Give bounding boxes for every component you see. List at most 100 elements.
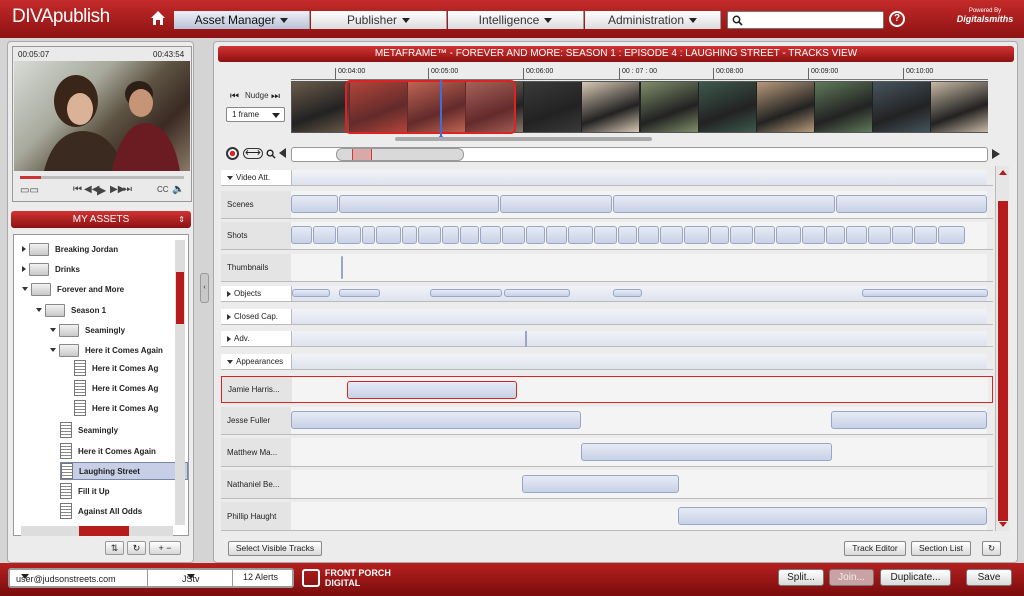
track-segment[interactable] [522, 474, 679, 493]
scroll-down-icon[interactable] [999, 522, 1007, 527]
track-segment[interactable] [710, 226, 729, 244]
track-segment[interactable] [831, 411, 987, 429]
track-segment[interactable] [914, 226, 937, 244]
tracks-scroll-thumb[interactable] [998, 201, 1008, 521]
track-segment[interactable] [862, 289, 988, 297]
expand-right-icon[interactable] [227, 335, 231, 342]
menu-administration[interactable]: Administration [585, 11, 721, 29]
expand-down-icon[interactable] [227, 175, 233, 180]
duplicate-button[interactable]: Duplicate... [880, 569, 951, 586]
track-segment[interactable] [460, 226, 479, 244]
section-list-button[interactable]: Section List [911, 541, 971, 556]
track-segment[interactable] [402, 226, 417, 244]
track-lane[interactable] [291, 254, 987, 281]
tree-item[interactable]: Fill it Up [60, 482, 110, 500]
track-row[interactable]: Closed Cap. [221, 309, 993, 325]
filmstrip-thumbnail[interactable] [698, 82, 756, 132]
track-segment[interactable] [836, 195, 987, 213]
tree-item[interactable]: Drinks [22, 260, 80, 278]
track-segment[interactable] [480, 226, 501, 244]
skip-forward-icon[interactable]: ⏭ [123, 184, 132, 195]
track-segment[interactable] [594, 226, 617, 244]
track-lane[interactable] [292, 377, 988, 402]
track-label[interactable]: Appearances [221, 354, 291, 369]
track-lane[interactable] [291, 331, 987, 347]
split-button[interactable]: Split... [778, 569, 824, 586]
tree-item[interactable]: Here it Comes Ag [74, 359, 158, 377]
play-icon[interactable]: ▶ [97, 183, 106, 197]
track-label[interactable]: Thumbnails [221, 254, 291, 281]
track-segment[interactable] [684, 226, 709, 244]
selection-range[interactable] [345, 80, 516, 134]
track-segment[interactable] [291, 226, 312, 244]
track-segment[interactable] [313, 226, 336, 244]
scroll-up-icon[interactable] [999, 170, 1007, 175]
home-icon[interactable] [150, 10, 166, 26]
track-row[interactable]: Phillip Haught [221, 502, 993, 531]
track-lane[interactable] [291, 191, 987, 218]
track-segment[interactable] [291, 195, 338, 213]
scroll-left-icon[interactable] [279, 148, 286, 158]
track-segment[interactable] [802, 226, 825, 244]
playback-scrubber[interactable] [20, 176, 184, 179]
track-segment[interactable] [846, 226, 867, 244]
track-label[interactable]: Closed Cap. [221, 309, 291, 324]
tracks-vertical-scrollbar[interactable] [995, 166, 1009, 531]
sort-button[interactable]: ⇅ [105, 541, 124, 555]
track-segment[interactable] [502, 226, 525, 244]
track-lane[interactable] [291, 286, 988, 301]
filmstrip-thumbnail[interactable] [756, 82, 814, 132]
zoom-window[interactable] [336, 148, 464, 161]
expand-down-icon[interactable] [50, 328, 56, 332]
track-segment[interactable] [581, 442, 832, 461]
expand-right-icon[interactable] [227, 290, 231, 297]
track-label[interactable]: Jesse Fuller [221, 407, 291, 434]
track-segment[interactable] [339, 195, 499, 213]
join-button[interactable]: Join... [829, 569, 874, 586]
expand-down-icon[interactable] [227, 359, 233, 364]
layout-icon[interactable]: ▭▭ [20, 185, 39, 196]
tree-item[interactable]: Breaking Jordan [22, 240, 118, 258]
filmstrip-thumbnail[interactable] [930, 82, 988, 132]
save-button[interactable]: Save [966, 569, 1012, 586]
refresh-icon[interactable]: ↻ [127, 541, 146, 555]
my-assets-header[interactable]: MY ASSETS ⇕ [11, 211, 191, 228]
track-lane[interactable] [291, 470, 987, 498]
track-segment[interactable] [938, 226, 965, 244]
track-lane[interactable] [291, 407, 987, 434]
select-visible-tracks-button[interactable]: Select Visible Tracks [228, 541, 322, 556]
track-segment[interactable] [660, 226, 683, 244]
tree-item[interactable]: Forever and More [22, 280, 124, 298]
tree-item[interactable]: Here it Comes Again [50, 341, 163, 359]
expand-right-icon[interactable] [227, 313, 231, 320]
tree-item[interactable]: Seamingly [60, 421, 118, 439]
track-label[interactable]: Scenes [221, 191, 291, 218]
playhead[interactable] [440, 80, 442, 136]
tree-vertical-scrollbar[interactable] [175, 240, 185, 525]
filmstrip-thumbnail[interactable] [292, 82, 350, 132]
track-segment[interactable] [776, 226, 801, 244]
scroll-right-icon[interactable] [992, 149, 1000, 159]
refresh-tracks-icon[interactable]: ↻ [982, 541, 1001, 556]
frame-step-select[interactable]: 1 frame [226, 107, 285, 122]
track-lane[interactable] [291, 438, 987, 466]
track-segment[interactable] [754, 226, 775, 244]
track-label[interactable]: Matthew Ma... [221, 438, 291, 466]
tree-item[interactable]: Against All Odds [60, 502, 142, 520]
track-lane[interactable] [291, 222, 987, 249]
menu-intelligence[interactable]: Intelligence [448, 11, 584, 29]
track-row[interactable]: Appearances [221, 354, 993, 370]
track-segment[interactable] [291, 411, 581, 429]
tree-item[interactable]: Laughing Street [60, 462, 188, 480]
track-segment[interactable] [376, 226, 401, 244]
track-segment[interactable] [526, 226, 545, 244]
tree-item[interactable]: Seamingly [50, 321, 125, 339]
filmstrip-thumbnail[interactable] [582, 82, 640, 132]
add-remove-buttons[interactable]: + − [149, 541, 181, 555]
filmstrip-thumbnail[interactable] [872, 82, 930, 132]
track-segment[interactable] [504, 289, 570, 297]
filmstrip-scrollbar[interactable] [395, 137, 652, 141]
track-segment[interactable] [337, 226, 361, 244]
tree-item[interactable]: Season 1 [36, 301, 106, 319]
track-row[interactable]: Shots [221, 222, 993, 250]
